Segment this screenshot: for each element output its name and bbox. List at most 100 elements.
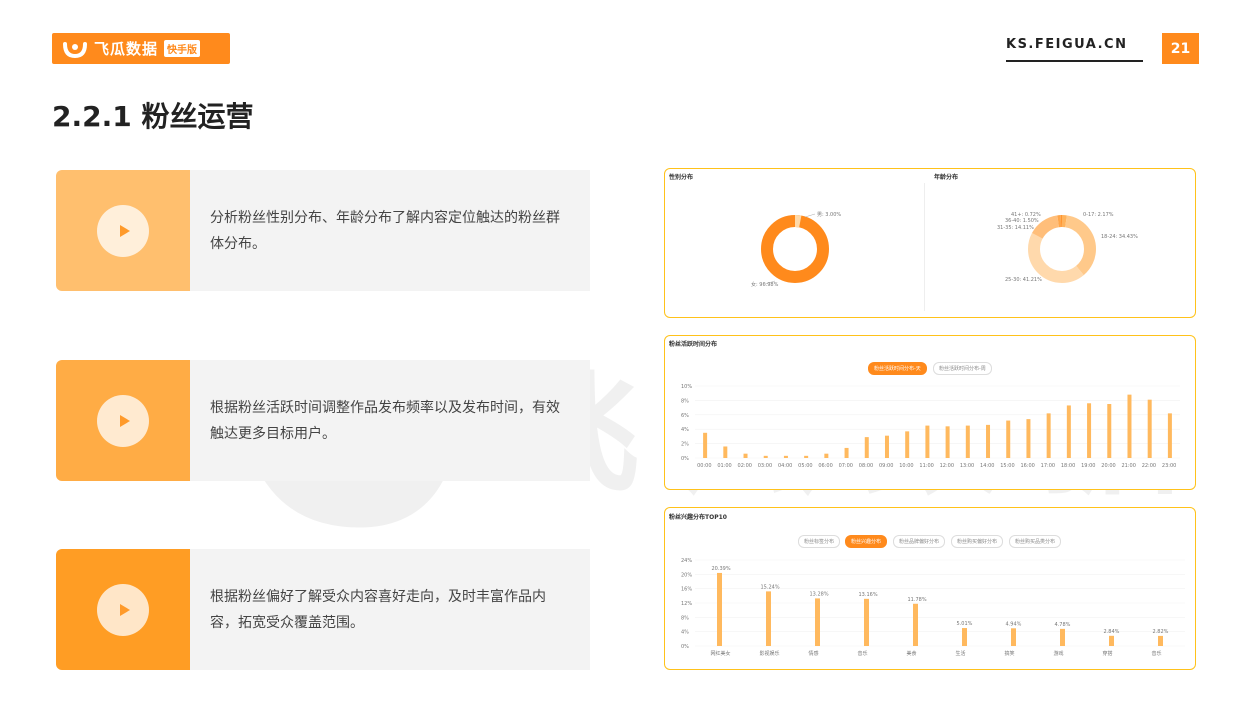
active-bar xyxy=(804,455,809,458)
active-bar xyxy=(1087,403,1092,458)
bar-value-label: 2.82% xyxy=(1153,629,1169,635)
x-tick-label: 04:00 xyxy=(778,463,792,469)
x-tick-label: 情感 xyxy=(809,650,819,657)
play-button[interactable] xyxy=(97,583,149,636)
active-bar xyxy=(783,455,788,458)
y-tick-label: 0% xyxy=(681,644,689,650)
x-tick-label: 10:00 xyxy=(899,463,913,469)
x-tick-label: 14:00 xyxy=(980,463,994,469)
x-tick-label: 11:00 xyxy=(919,463,933,469)
active-bar xyxy=(703,432,708,458)
section-title: 2.2.1 粉丝运营 xyxy=(52,100,254,133)
site-url-underline xyxy=(1006,60,1143,62)
interest-bar xyxy=(962,628,967,646)
x-tick-label: 音乐 xyxy=(858,650,868,657)
play-button[interactable] xyxy=(97,394,149,447)
x-tick-label: 穿搭 xyxy=(1103,650,1113,657)
x-tick-label: 搞笑 xyxy=(1005,650,1015,657)
interest-bar xyxy=(913,603,918,646)
feature-icon-block xyxy=(56,360,190,481)
feature-text: 分析粉丝性别分布、年龄分布了解内容定位触达的粉丝群体分布。 xyxy=(210,209,560,252)
y-tick-label: 2% xyxy=(681,442,689,448)
site-url-link[interactable]: KS.FEIGUA.CN xyxy=(1006,37,1127,52)
active-bar xyxy=(905,431,910,458)
feature-icon-block xyxy=(56,170,190,291)
x-tick-label: 19:00 xyxy=(1081,463,1095,469)
x-tick-label: 02:00 xyxy=(738,463,752,469)
x-tick-label: 游戏 xyxy=(1054,650,1064,657)
feature-interest: 根据粉丝偏好了解受众内容喜好走向，及时丰富作品内容，拓宽受众覆盖范围。 xyxy=(56,549,590,670)
x-tick-label: 20:00 xyxy=(1101,463,1115,469)
x-tick-label: 网红美女 xyxy=(711,650,731,657)
x-tick-label: 16:00 xyxy=(1020,463,1034,469)
feature-text: 根据粉丝偏好了解受众内容喜好走向，及时丰富作品内容，拓宽受众覆盖范围。 xyxy=(210,588,546,631)
x-tick-label: 08:00 xyxy=(859,463,873,469)
x-tick-label: 17:00 xyxy=(1041,463,1055,469)
y-tick-label: 10% xyxy=(681,384,692,390)
x-tick-label: 13:00 xyxy=(960,463,974,469)
interest-bar xyxy=(1158,635,1163,646)
x-tick-label: 15:00 xyxy=(1000,463,1014,469)
interest-bar xyxy=(1060,628,1065,646)
interest-bar xyxy=(766,591,771,646)
feature-text: 根据粉丝活跃时间调整作品发布频率以及发布时间，有效触达更多目标用户。 xyxy=(210,399,560,442)
age-label-25-30: 25-30: 41.21% xyxy=(1005,277,1042,283)
active-bar xyxy=(1127,394,1132,458)
feature-icon-block xyxy=(56,549,190,670)
y-tick-label: 24% xyxy=(681,558,692,564)
x-tick-label: 01:00 xyxy=(717,463,731,469)
y-tick-label: 4% xyxy=(681,630,689,636)
gender-label-male: 男: 3.00% xyxy=(817,212,841,218)
bar-value-label: 11.78% xyxy=(908,597,927,603)
panel-active-time: 粉丝活跃时间分布 粉丝活跃时间分布-天 粉丝活跃时间分布-周 0% 2% 4% 6% 8… xyxy=(664,335,1196,490)
age-label-0-17: 0-17: 2.17% xyxy=(1083,212,1114,218)
x-tick-label: 09:00 xyxy=(879,463,893,469)
interest-bar xyxy=(1109,635,1114,646)
active-bar xyxy=(1066,405,1071,458)
y-tick-label: 0% xyxy=(681,456,689,462)
active-bar xyxy=(723,446,728,458)
bar-value-label: 13.16% xyxy=(859,592,878,598)
y-tick-label: 8% xyxy=(681,615,689,621)
active-bar xyxy=(824,453,829,458)
active-bar xyxy=(1167,413,1172,458)
x-tick-label: 23:00 xyxy=(1162,463,1176,469)
interest-chart: 0% 4% 8% 12% 16% 20% 24% 20.39% 网红美女 15.24% 影视娱乐 13… xyxy=(681,558,1185,657)
interest-bar xyxy=(815,598,820,646)
interest-bar xyxy=(717,572,722,646)
x-tick-label: 生活 xyxy=(956,650,966,657)
active-bar xyxy=(884,435,889,458)
y-tick-label: 6% xyxy=(681,413,689,419)
active-bar xyxy=(986,424,991,458)
active-bar xyxy=(763,455,768,458)
x-tick-label: 07:00 xyxy=(839,463,853,469)
x-tick-label: 03:00 xyxy=(758,463,772,469)
y-tick-label: 4% xyxy=(681,427,689,433)
logo-badge: 快手版 xyxy=(164,40,201,57)
brand-logo[interactable]: 飞瓜数据 快手版 xyxy=(52,33,230,64)
active-bar xyxy=(1046,413,1051,458)
x-tick-label: 美食 xyxy=(907,650,917,657)
gender-label-female: 女: 96.98% xyxy=(751,281,779,288)
bar-value-label: 2.84% xyxy=(1104,629,1120,635)
x-tick-label: 音乐 xyxy=(1152,650,1162,657)
bar-value-label: 4.78% xyxy=(1055,622,1071,628)
x-tick-label: 21:00 xyxy=(1121,463,1135,469)
active-bar xyxy=(1107,404,1112,458)
age-label-18-24: 18-24: 34.43% xyxy=(1101,234,1138,240)
bar-value-label: 4.94% xyxy=(1006,621,1022,627)
active-bar xyxy=(925,425,930,458)
logo-text: 飞瓜数据 xyxy=(94,40,159,58)
play-icon xyxy=(119,414,130,427)
gender-slice-female xyxy=(761,215,829,283)
play-button[interactable] xyxy=(97,204,149,257)
x-tick-label: 00:00 xyxy=(697,463,711,469)
interest-bar xyxy=(864,598,869,646)
bar-value-label: 20.39% xyxy=(712,566,731,572)
x-tick-label: 12:00 xyxy=(940,463,954,469)
logo-icon xyxy=(63,41,87,58)
active-bar xyxy=(1147,399,1152,458)
y-tick-label: 20% xyxy=(681,572,692,578)
age-label-36-40: 36-40: 1.50% xyxy=(1005,218,1039,224)
y-tick-label: 8% xyxy=(681,398,689,404)
